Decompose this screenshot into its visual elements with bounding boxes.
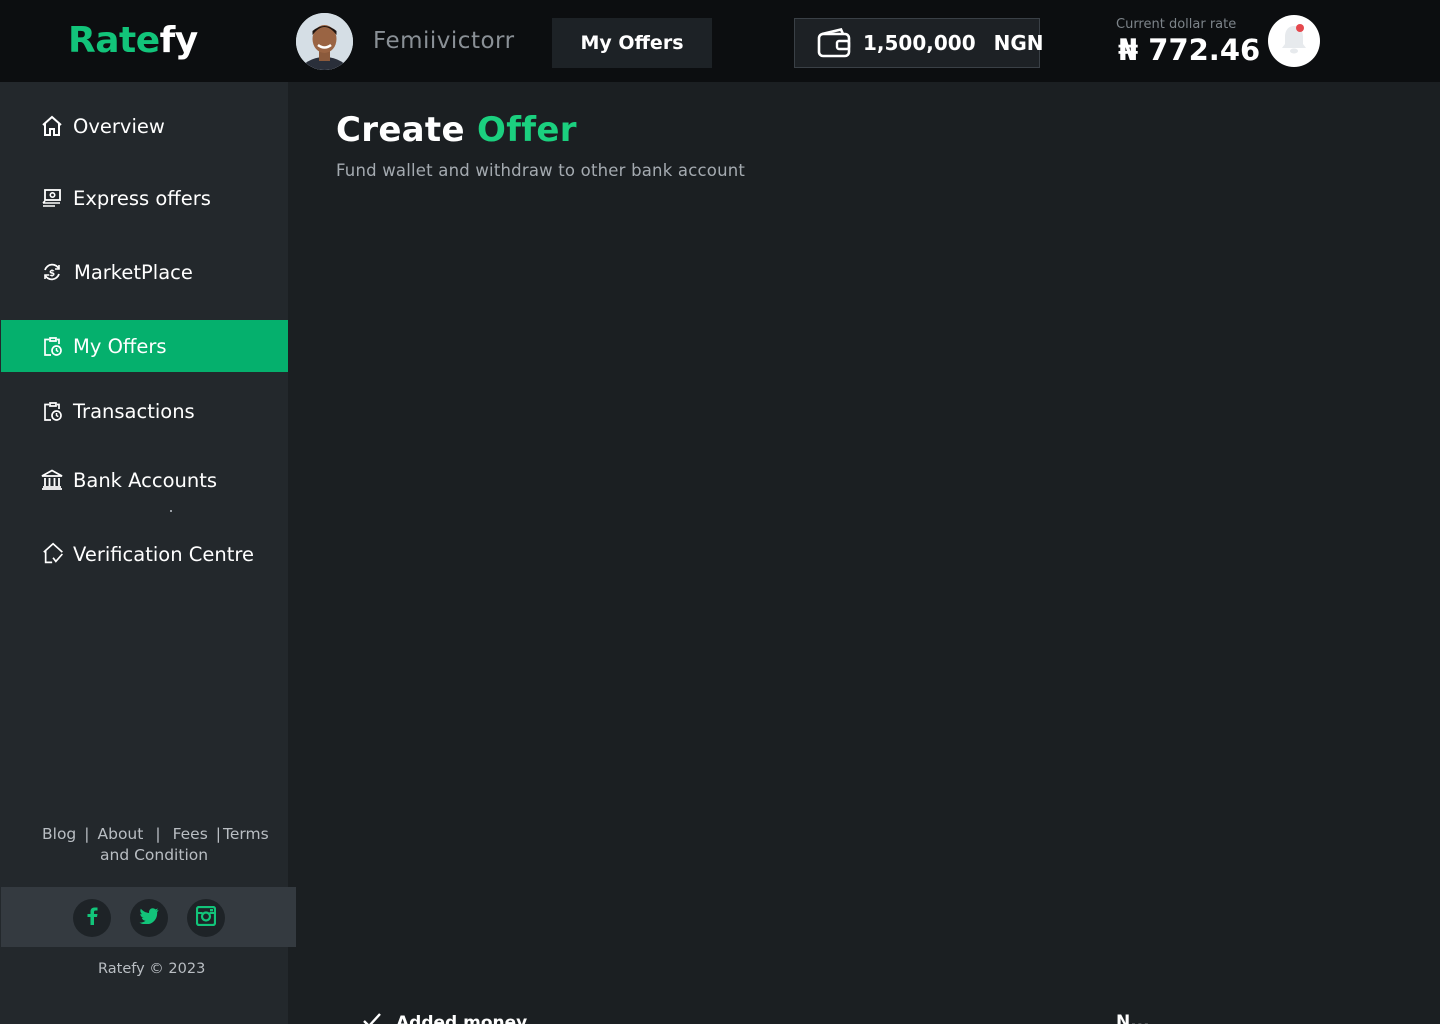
username: Femiivictorr: [373, 28, 515, 54]
avatar[interactable]: [296, 13, 353, 70]
check-icon: [362, 1012, 382, 1024]
sidebar-item-label: MarketPlace: [74, 260, 193, 284]
rate-label: Current dollar rate: [1116, 17, 1237, 32]
sidebar-item-verification-centre[interactable]: Verification Centre: [1, 528, 288, 580]
sidebar-item-my-offers[interactable]: My Offers: [1, 320, 288, 372]
copyright: Ratefy © 2023: [98, 961, 206, 977]
money-exchange-icon: [39, 185, 65, 211]
sidebar-item-marketplace[interactable]: $ MarketPlace: [1, 246, 288, 298]
decorative-dot: [170, 510, 172, 512]
top-bar: Ratefy Femiivictorr My Offers 1,500,000 …: [0, 0, 1440, 82]
sidebar-item-label: Bank Accounts: [73, 468, 218, 492]
footer-link-about[interactable]: About: [98, 824, 144, 845]
cutoff-text-right: N...: [1116, 1012, 1150, 1024]
notification-button[interactable]: [1268, 15, 1320, 67]
sidebar-item-label: My Offers: [73, 334, 167, 358]
twitter-icon: [139, 908, 159, 928]
facebook-button[interactable]: [73, 899, 111, 937]
footer-separator: |: [84, 825, 90, 843]
tab-my-offers[interactable]: My Offers: [552, 18, 712, 68]
instagram-icon: [195, 905, 217, 930]
wallet-balance[interactable]: 1,500,000 NGN: [794, 18, 1044, 68]
sidebar-item-express-offers[interactable]: Express offers: [1, 172, 288, 224]
page-subtitle: Fund wallet and withdraw to other bank a…: [336, 161, 746, 180]
facebook-icon: [86, 907, 98, 929]
rate-value: ₦ 772.46: [1118, 33, 1261, 67]
bank-icon: [39, 467, 65, 493]
sidebar-item-label: Verification Centre: [73, 542, 254, 566]
footer-link-terms[interactable]: Terms: [223, 824, 269, 845]
house-check-icon: [41, 541, 67, 567]
social-bar: [1, 887, 296, 947]
wallet-currency: NGN: [993, 31, 1044, 55]
page-title: Create Offer: [336, 110, 577, 150]
sidebar-item-transactions[interactable]: Transactions: [1, 385, 288, 437]
sidebar-item-label: Transactions: [73, 399, 195, 423]
logo[interactable]: Ratefy: [68, 20, 198, 62]
clipboard-clock-icon: [39, 333, 65, 359]
wallet-amount: 1,500,000: [863, 31, 976, 55]
sidebar-item-label: Overview: [73, 114, 165, 138]
instagram-button[interactable]: [187, 899, 225, 937]
sidebar-item-bank-accounts[interactable]: Bank Accounts: [1, 454, 288, 506]
currency-cycle-icon: $: [39, 259, 65, 285]
clipboard-clock-icon: [39, 398, 65, 424]
footer-link-blog[interactable]: Blog: [42, 824, 76, 845]
sidebar-item-label: Express offers: [73, 186, 211, 210]
wallet-icon: [817, 27, 851, 58]
footer-links: Blog | About | Fees | Terms and Conditio…: [30, 824, 280, 866]
sidebar-item-overview[interactable]: Overview: [1, 100, 288, 152]
footer-link-fees[interactable]: Fees: [173, 824, 208, 845]
svg-text:$: $: [49, 269, 55, 279]
footer-separator: |: [215, 825, 222, 843]
home-icon: [39, 113, 65, 139]
twitter-button[interactable]: [130, 899, 168, 937]
footer-link-terms-cont[interactable]: and Condition: [30, 845, 280, 866]
bell-icon: [1279, 22, 1309, 60]
footer-separator: |: [155, 825, 161, 843]
added-money-label: Added money: [362, 1012, 527, 1024]
